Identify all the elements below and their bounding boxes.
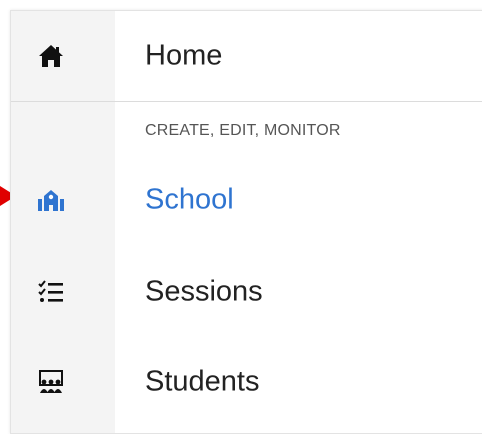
school-icon [38, 187, 64, 213]
section-caption: CREATE, EDIT, MONITOR [145, 122, 341, 139]
side-menu: Home CREATE, EDIT, MONITOR School Sessio… [10, 10, 482, 434]
menu-item-label: Sessions [145, 275, 263, 308]
home-icon [38, 43, 64, 69]
divider [11, 101, 482, 102]
menu-item-label: School [145, 183, 234, 216]
menu-item-sessions[interactable]: Sessions [11, 247, 482, 337]
classroom-icon [38, 369, 64, 395]
menu-item-students[interactable]: Students [11, 337, 482, 427]
menu-item-label: Students [145, 365, 260, 398]
checklist-icon [38, 279, 64, 305]
menu-item-label: Home [145, 39, 223, 72]
menu-item-school[interactable]: School [11, 153, 482, 247]
menu-item-home[interactable]: Home [11, 11, 482, 101]
